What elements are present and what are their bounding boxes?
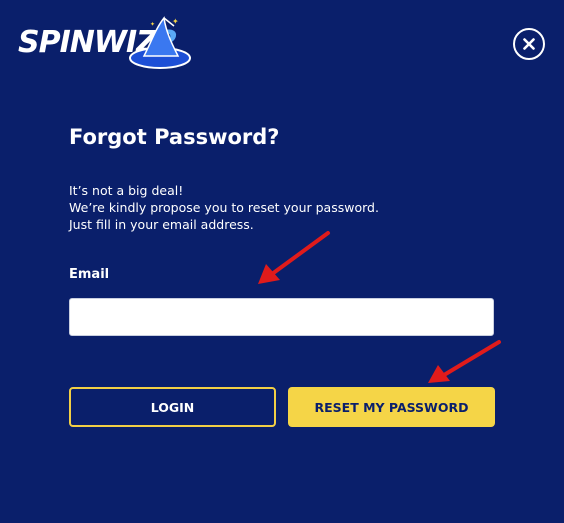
email-input[interactable] xyxy=(69,298,494,336)
wizard-hat-icon: ✦ ✦ xyxy=(129,16,191,69)
svg-text:✦: ✦ xyxy=(150,21,155,28)
reset-password-button[interactable]: RESET MY PASSWORD xyxy=(288,387,495,427)
spinwiz-logo[interactable]: SPINWIZ2 ✦ ✦ xyxy=(18,14,191,72)
annotation-arrow-email xyxy=(258,231,330,284)
annotation-arrow-reset xyxy=(428,340,501,383)
login-button[interactable]: LOGIN xyxy=(69,387,276,427)
description-line: We’re kindly propose you to reset your p… xyxy=(69,200,379,215)
email-label: Email xyxy=(69,267,110,282)
description-line: Just fill in your email address. xyxy=(69,217,254,232)
close-icon xyxy=(523,38,535,50)
close-button[interactable] xyxy=(513,28,545,60)
page-title: Forgot Password? xyxy=(69,125,280,149)
svg-text:✦: ✦ xyxy=(172,17,179,26)
description-text: It’s not a big deal! We’re kindly propos… xyxy=(69,182,379,233)
description-line: It’s not a big deal! xyxy=(69,183,184,198)
